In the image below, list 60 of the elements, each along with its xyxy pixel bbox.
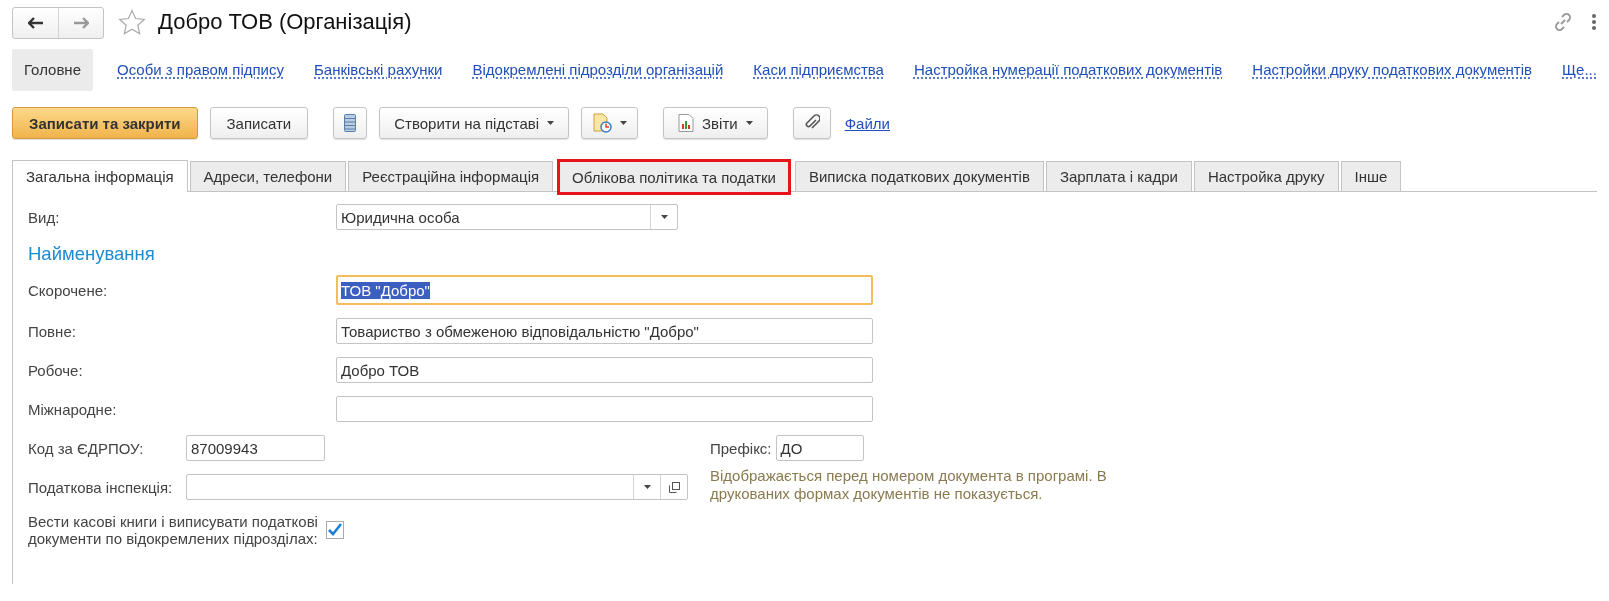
more-icon[interactable] [1591,13,1597,31]
document-icon [592,113,613,133]
field-label: Вид: [28,208,61,226]
tab[interactable]: Реєстраційна інформація [348,161,554,191]
text-field[interactable]: Товариство з обмеженою відповідальністю "Добро" [336,318,873,344]
attach-button[interactable] [792,107,831,139]
section-link[interactable]: Відокремлені підрозділи організацій [466,49,730,91]
section-link[interactable]: Настройки друку податкових документів [1246,49,1538,91]
forward-arrow-icon [73,17,89,29]
caret-icon [643,485,651,489]
tab[interactable]: Адреси, телефони [189,161,347,191]
caret-icon [660,215,668,219]
field-label: Робоче: [28,361,84,379]
tab[interactable]: Загальна інформація [12,160,188,192]
tab[interactable]: Виписка податкових документів [794,161,1044,191]
list-button[interactable] [333,107,368,139]
tab[interactable]: Настройка друку [1193,161,1339,191]
section-heading: Найменування [28,243,156,265]
tab[interactable]: Облікова політика та податки [557,159,791,195]
document-menu-button[interactable] [581,107,639,139]
save-button[interactable]: Записати [209,107,309,139]
section-link[interactable]: Каси підприємства [747,49,890,91]
star-icon[interactable] [118,8,146,36]
caret-icon [547,121,555,125]
report-icon [678,114,695,132]
back-arrow-icon [27,17,44,29]
text-field[interactable]: Добро ТОВ [336,357,873,383]
caret-icon [745,121,753,125]
create-based-on-button[interactable]: Створити на підставі [379,107,570,139]
window-title: Добро ТОВ (Організація) [158,9,412,35]
section-link[interactable]: Настройка нумерації податкових документів [907,49,1229,91]
open-icon [668,481,680,493]
field-label: Повне: [28,322,77,340]
section-link[interactable]: Банківські рахунки [308,49,449,91]
field-label: Код за ЄДРПОУ: [28,439,145,457]
tax-inspection-dropdown[interactable] [186,474,688,500]
checkbox[interactable] [326,521,344,539]
field-label: Префікс: [710,439,772,457]
section-link[interactable]: Ще... [1556,49,1603,91]
text-field[interactable]: ТОВ "Добро" [336,275,873,305]
section-link[interactable]: Особи з правом підпису [111,49,290,91]
list-icon [344,114,357,132]
field-value: Юридична особа [341,208,461,226]
save-and-close-button[interactable]: Записати та закрити [12,107,198,139]
text-field[interactable] [336,396,873,422]
tab[interactable]: Зарплата і кадри [1045,161,1192,191]
type-dropdown[interactable]: Юридична особа [336,204,678,230]
checkbox-label: Вести касові книги і виписувати податкові документи по відокремлених підрозділах: [28,513,319,547]
text-field[interactable]: ДО [775,435,864,461]
text-field[interactable]: 87009943 [186,435,325,461]
reports-button[interactable]: Звіти [663,107,768,139]
field-label: Міжнародне: [28,400,118,418]
files-link[interactable]: Файли [844,114,890,132]
field-label: Скорочене: [28,281,109,299]
field-label: Податкова інспекція: [28,478,174,496]
caret-icon [620,121,628,125]
section-tab[interactable]: Головне [12,49,93,91]
link-icon[interactable] [1553,12,1573,32]
hint-text: Відображається перед номером документа в програмі. В друкованих формах документів не показується. [710,467,1108,503]
tab[interactable]: Інше [1340,161,1402,191]
